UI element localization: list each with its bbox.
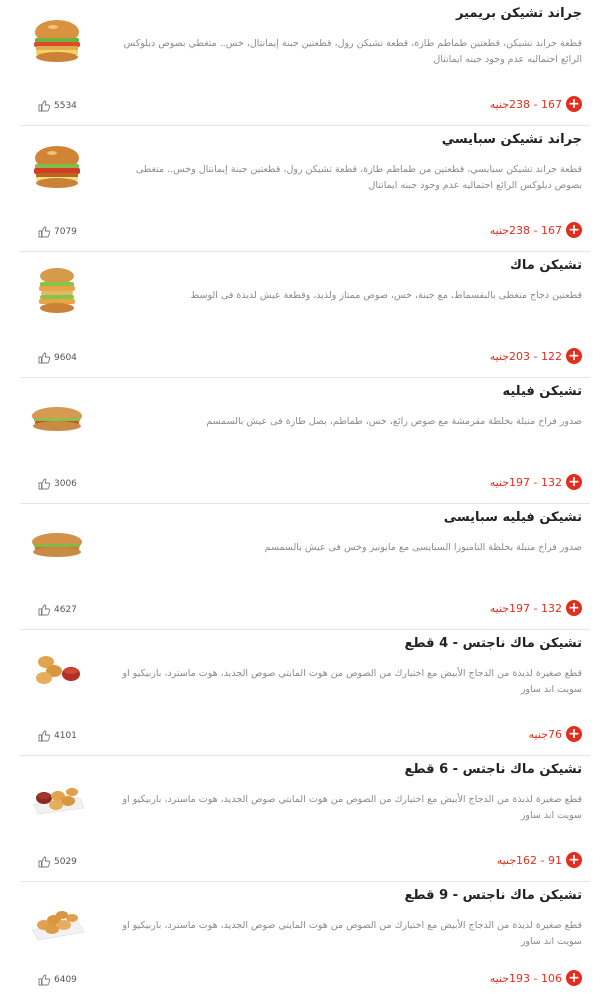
plus-icon: + (568, 600, 580, 616)
item-price: 132 - 197جنيه (489, 601, 562, 615)
menu-item[interactable]: تشيكن ماك ناجتس - 9 قطع قطع صغيرة لذيذة … (20, 882, 590, 1000)
thumbs-up-icon[interactable] (38, 604, 51, 616)
likes[interactable]: 5029 (38, 856, 77, 868)
thumbs-up-icon[interactable] (38, 856, 51, 868)
plus-icon: + (568, 852, 580, 868)
burger-image (28, 14, 86, 64)
add-to-cart-button[interactable]: + (566, 726, 582, 742)
item-description: قطع صغيرة لذيذة من الدجاج الأبيض مع اختي… (122, 668, 582, 695)
item-description: صدور فراخ متبلة بخلطة مقرمشة مع صوص رائع… (206, 416, 582, 427)
menu-list: جراند تشيكن بريمير قطعة جراند تشيكن، قطع… (0, 0, 600, 1000)
likes[interactable]: 4101 (38, 730, 77, 742)
likes[interactable]: 9604 (38, 352, 77, 364)
plus-icon: + (568, 474, 580, 490)
likes[interactable]: 6409 (38, 974, 77, 986)
likes-count: 4101 (54, 731, 77, 741)
item-title: جراند تشيكن بريمير (456, 6, 582, 21)
thumbs-up-icon[interactable] (38, 478, 51, 490)
price-row: + 132 - 197جنيه (490, 600, 582, 616)
item-description: قطعة جراند تشيكن سبايسي، قطعتين من طماطم… (135, 164, 582, 191)
likes[interactable]: 4627 (38, 604, 77, 616)
add-to-cart-button[interactable]: + (566, 96, 582, 112)
menu-item[interactable]: تشيكن فيليه سبايسى صدور فراخ متبلة بخلطة… (20, 504, 590, 630)
price-row: + 167 - 238جنيه (490, 96, 582, 112)
item-price: 132 - 197جنيه (489, 475, 562, 489)
price-row: + 122 - 203جنيه (490, 348, 582, 364)
nuggets-image (28, 644, 86, 694)
menu-item[interactable]: تشيكن ماك ناجتس - 4 قطع قطع صغيرة لذيذة … (20, 630, 590, 756)
plus-icon: + (568, 222, 580, 238)
add-to-cart-button[interactable]: + (566, 600, 582, 616)
add-to-cart-button[interactable]: + (566, 852, 582, 868)
item-title: تشيكن ماك ناجتس - 9 قطع (404, 888, 582, 903)
item-description: صدور فراخ متبلة بخلطة التامبورا السبايسى… (264, 542, 582, 553)
item-title: تشيكن فيليه سبايسى (443, 510, 582, 525)
thumbs-up-icon[interactable] (38, 730, 51, 742)
plus-icon: + (568, 348, 580, 364)
likes-count: 4627 (54, 605, 77, 615)
thumbs-up-icon[interactable] (38, 974, 51, 986)
item-price: 167 - 238جنيه (489, 223, 562, 237)
sandwich-image (28, 518, 86, 568)
thumbs-up-icon[interactable] (38, 352, 51, 364)
item-title: جراند تشيكن سبايسي (441, 132, 582, 147)
plus-icon: + (568, 970, 580, 986)
add-to-cart-button[interactable]: + (566, 970, 582, 986)
likes[interactable]: 7079 (38, 226, 77, 238)
likes-count: 9604 (54, 353, 77, 363)
likes-count: 5534 (54, 101, 77, 111)
item-title: تشيكن ماك ناجتس - 6 قطع (404, 762, 582, 777)
item-description: قطع صغيرة لذيذة من الدجاج الأبيض مع اختي… (122, 920, 582, 947)
likes-count: 3006 (54, 479, 77, 489)
sandwich-image (28, 392, 86, 442)
menu-item[interactable]: تشيكن فيليه صدور فراخ متبلة بخلطة مقرمشة… (20, 378, 590, 504)
menu-item[interactable]: تشيكن ماك قطعتين دجاج متغطى بالبقسماط، م… (20, 252, 590, 378)
add-to-cart-button[interactable]: + (566, 474, 582, 490)
item-price: 91 - 162جنيه (496, 853, 562, 867)
likes-count: 6409 (54, 975, 77, 985)
thumbs-up-icon[interactable] (38, 226, 51, 238)
item-title: تشيكن ماك ناجتس - 4 قطع (404, 636, 582, 651)
item-description: قطع صغيرة لذيذة من الدجاج الأبيض مع اختي… (122, 794, 582, 821)
item-price: 122 - 203جنيه (489, 349, 562, 363)
item-price: 76جنيه (528, 727, 562, 741)
likes[interactable]: 5534 (38, 100, 77, 112)
item-description: قطعتين دجاج متغطى بالبقسماط، مع جبنة، خس… (190, 290, 583, 301)
likes[interactable]: 3006 (38, 478, 77, 490)
price-row: + 91 - 162جنيه (497, 852, 582, 868)
price-row: + 106 - 193جنيه (490, 970, 582, 986)
menu-item[interactable]: جراند تشيكن سبايسي قطعة جراند تشيكن سباي… (20, 126, 590, 252)
burger-image (28, 266, 86, 316)
menu-item[interactable]: جراند تشيكن بريمير قطعة جراند تشيكن، قطع… (20, 0, 590, 126)
item-price: 167 - 238جنيه (489, 97, 562, 111)
add-to-cart-button[interactable]: + (566, 348, 582, 364)
likes-count: 5029 (54, 857, 77, 867)
price-row: + 76جنيه (529, 726, 582, 742)
burger-image (28, 140, 86, 190)
plus-icon: + (568, 726, 580, 742)
item-title: تشيكن ماك (509, 258, 582, 273)
item-description: قطعة جراند تشيكن، قطعتين طماطم طازة، قطع… (123, 38, 582, 65)
item-price: 106 - 193جنيه (489, 971, 562, 985)
menu-item[interactable]: تشيكن ماك ناجتس - 6 قطع قطع صغيرة لذيذة … (20, 756, 590, 882)
price-row: + 167 - 238جنيه (490, 222, 582, 238)
plus-icon: + (568, 96, 580, 112)
price-row: + 132 - 197جنيه (490, 474, 582, 490)
item-title: تشيكن فيليه (502, 384, 582, 399)
nuggets-image (28, 770, 86, 820)
thumbs-up-icon[interactable] (38, 100, 51, 112)
likes-count: 7079 (54, 227, 77, 237)
nuggets-image (28, 896, 86, 946)
add-to-cart-button[interactable]: + (566, 222, 582, 238)
